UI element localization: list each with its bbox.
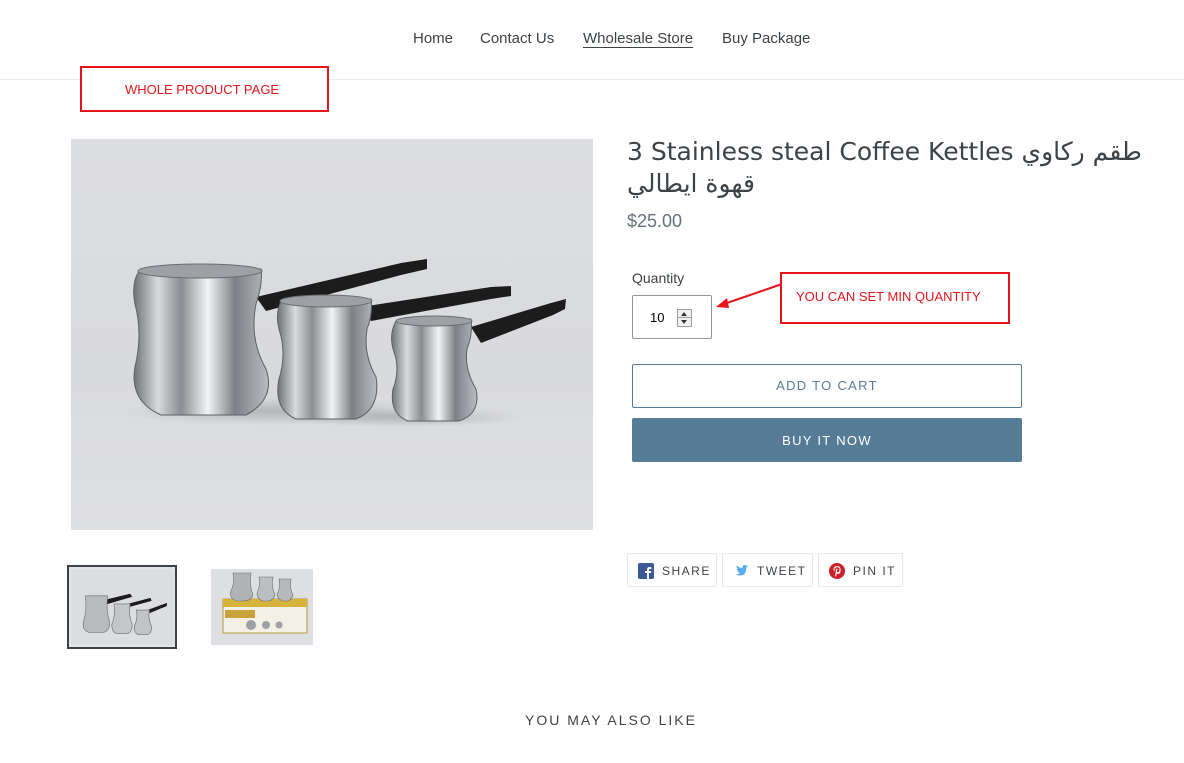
quantity-label: Quantity: [632, 270, 685, 286]
nav-link-contact-us[interactable]: Contact Us: [480, 30, 554, 47]
share-pinterest-button[interactable]: PIN IT: [818, 553, 903, 587]
annotation-quantity-note: YOU CAN SET MIN QUANTITY: [780, 272, 1010, 324]
share-twitter-button[interactable]: TWEET: [722, 553, 813, 587]
thumbnail-1-selected[interactable]: [67, 565, 177, 649]
product-price: $25.00: [627, 211, 683, 231]
quantity-stepper[interactable]: 10: [632, 295, 712, 339]
pinterest-icon: [829, 563, 845, 579]
annotation-page-label: WHOLE PRODUCT PAGE: [80, 66, 329, 112]
buy-it-now-button[interactable]: BUY IT NOW: [632, 418, 1022, 462]
share-pinterest-label: PIN IT: [853, 564, 897, 578]
quantity-value: 10: [650, 310, 665, 325]
annotation-quantity-note-text: YOU CAN SET MIN QUANTITY: [796, 289, 981, 304]
chevron-down-icon: [681, 320, 687, 324]
related-products-heading: YOU MAY ALSO LIKE: [525, 712, 697, 728]
thumbnail-kettles-image: [71, 569, 173, 645]
add-to-cart-button[interactable]: ADD TO CART: [632, 364, 1022, 408]
share-facebook-button[interactable]: SHARE: [627, 553, 717, 587]
quantity-decrement-button[interactable]: [678, 318, 691, 326]
annotation-page-label-text: WHOLE PRODUCT PAGE: [125, 82, 280, 97]
share-twitter-label: TWEET: [757, 564, 807, 578]
arrow-icon: [716, 283, 783, 308]
coffee-kettles-image: [121, 259, 566, 427]
twitter-icon: [735, 565, 749, 576]
quantity-increment-button[interactable]: [678, 310, 691, 318]
share-facebook-label: SHARE: [662, 564, 711, 578]
facebook-icon: [638, 563, 654, 579]
product-title: 3 Stainless steal Coffee Kettles طقم ركا…: [627, 137, 1142, 198]
thumbnail-2[interactable]: [211, 569, 313, 645]
chevron-up-icon: [681, 312, 687, 316]
product-main-image[interactable]: [71, 139, 593, 530]
nav-link-home[interactable]: Home: [413, 30, 453, 47]
quantity-spinner[interactable]: [677, 309, 692, 327]
nav-link-wholesale-store[interactable]: Wholesale Store: [583, 30, 693, 47]
nav-link-buy-package[interactable]: Buy Package: [722, 30, 810, 47]
thumbnail-package-image: [211, 569, 313, 645]
